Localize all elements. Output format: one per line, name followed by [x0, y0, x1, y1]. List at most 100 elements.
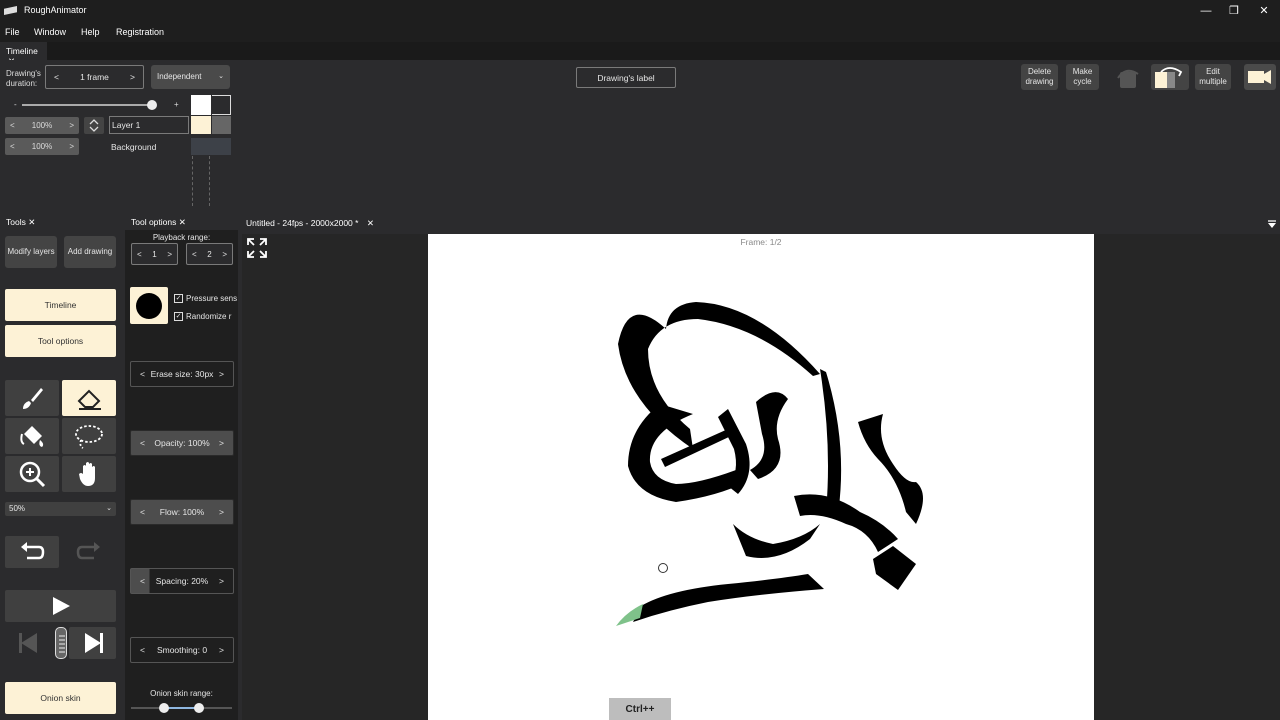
drawing-canvas[interactable]: Frame: 1/2 [428, 234, 1094, 720]
calligraphy-drawing [616, 302, 923, 626]
randomize-checkbox-row[interactable]: ✓ Randomize r [174, 310, 238, 322]
brush-preview[interactable] [130, 287, 168, 324]
canvas-area[interactable]: Frame: 1/2 Ctrl++ [242, 234, 1280, 720]
flow-value: Flow: 100% [159, 507, 205, 517]
mode-value: Independent [157, 72, 202, 81]
onion-range-min-handle[interactable] [159, 703, 169, 713]
background-layer-name[interactable]: Background [111, 142, 156, 152]
menu-registration[interactable]: Registration [116, 27, 164, 37]
menu-file[interactable]: File [5, 27, 20, 37]
chevron-down-icon: ⌄ [218, 73, 224, 80]
decrement-icon[interactable]: < [54, 72, 59, 82]
zoom-minus[interactable]: - [14, 100, 17, 110]
modify-layers-button[interactable]: Modify layers [5, 236, 57, 268]
prev-frame-button[interactable] [5, 627, 53, 659]
tab-timeline[interactable]: Timeline ✕ [0, 42, 47, 66]
edit-multiple-button[interactable]: Edit multiple [1195, 64, 1231, 90]
menu-help[interactable]: Help [81, 27, 100, 37]
opacity-stepper[interactable]: < Opacity: 100% > [130, 430, 234, 456]
timeline-zoom-slider[interactable] [22, 104, 154, 106]
camera-icon[interactable] [1244, 64, 1276, 90]
spacing-value: Spacing: 20% [155, 576, 209, 586]
redo-button[interactable] [62, 536, 116, 568]
brush-tool-button[interactable] [5, 380, 59, 416]
playhead-guide [192, 156, 193, 206]
play-button[interactable] [5, 590, 116, 622]
flow-stepper[interactable]: < Flow: 100% > [130, 499, 234, 525]
layer1-opacity: 100% [31, 121, 53, 130]
window-title: RoughAnimator [24, 5, 87, 15]
smoothing-stepper[interactable]: < Smoothing: 0 > [130, 637, 234, 663]
app-logo-icon [4, 6, 17, 15]
duration-stepper[interactable]: < 1 frame > [45, 65, 144, 89]
zoom-level-select[interactable]: 50% ⌄ [5, 502, 116, 516]
close-icon[interactable]: ✕ [28, 217, 35, 227]
layer1-frame-cell[interactable] [191, 116, 211, 134]
checkbox-checked-icon[interactable]: ✓ [174, 293, 183, 303]
lasso-tool-button[interactable] [62, 418, 116, 454]
tool-options-panel: Playback range: <1 > <2 > ✓ Pressure sens … [125, 230, 238, 720]
frame-cell-next[interactable] [212, 95, 231, 115]
pressure-checkbox-row[interactable]: ✓ Pressure sens [174, 292, 238, 304]
play-icon [52, 597, 70, 615]
zoom-icon [19, 461, 46, 488]
opacity-value: Opacity: 100% [154, 438, 210, 448]
layer1-frame-cell-2[interactable] [212, 116, 231, 134]
menu-window[interactable]: Window [34, 27, 66, 37]
playback-start-stepper[interactable]: <1 > [131, 243, 178, 265]
fill-bucket-icon [20, 426, 44, 447]
fullscreen-icon[interactable] [246, 237, 268, 259]
drawing-label-button[interactable]: Drawing's label [576, 67, 676, 88]
tab-tool-options[interactable]: Tool options ✕ [127, 214, 190, 231]
erase-size-stepper[interactable]: < Erase size: 30px > [130, 361, 234, 387]
frame-cell-current[interactable] [191, 95, 211, 115]
timeline-toggle-button[interactable]: Timeline [5, 289, 116, 321]
eraser-tool-button[interactable] [62, 380, 116, 416]
next-frame-button[interactable] [69, 627, 116, 659]
tab-tools[interactable]: Tools ✕ [2, 214, 39, 231]
tool-options-toggle-button[interactable]: Tool options [5, 325, 116, 357]
frame-scrub-handle[interactable] [55, 627, 67, 659]
spacing-stepper[interactable]: < Spacing: 20% > [130, 568, 234, 594]
close-icon[interactable]: ✕ [367, 218, 374, 228]
checkbox-checked-icon[interactable]: ✓ [174, 311, 183, 321]
hand-tool-button[interactable] [62, 456, 116, 492]
zoom-tool-button[interactable] [5, 456, 59, 492]
delete-drawing-button[interactable]: Delete drawing [1021, 64, 1058, 90]
onion-range-max-handle[interactable] [194, 703, 204, 713]
make-cycle-button[interactable]: Make cycle [1066, 64, 1099, 90]
playback-end-stepper[interactable]: <2 > [186, 243, 233, 265]
playback-start-value: 1 [152, 249, 157, 259]
fill-tool-button[interactable] [5, 418, 59, 454]
cycle-frames-icon[interactable] [1151, 64, 1189, 90]
bg-frame-cells[interactable] [191, 138, 231, 155]
layer1-opacity-stepper[interactable]: <100% > [5, 117, 79, 134]
duration-label: Drawing's duration: [6, 69, 41, 88]
close-button[interactable]: ✕ [1256, 3, 1272, 19]
bg-opacity-stepper[interactable]: <100% > [5, 138, 79, 155]
onion-skin-button[interactable]: Onion skin [5, 682, 116, 714]
mode-select[interactable]: Independent ⌄ [151, 65, 230, 89]
increment-icon[interactable]: > [130, 72, 135, 82]
document-tab[interactable]: Untitled - 24fps - 2000x2000 * ✕ [246, 218, 374, 229]
brush-icon [23, 388, 43, 409]
undo-icon [21, 542, 45, 560]
reorder-arrows-icon[interactable] [84, 117, 104, 134]
panel-menu-icon[interactable] [1267, 219, 1277, 229]
lasso-icon [75, 425, 103, 449]
undo-button[interactable] [5, 536, 59, 568]
playhead-guide-2 [209, 156, 210, 206]
eraser-cursor-icon [658, 563, 668, 573]
close-icon[interactable]: ✕ [179, 217, 186, 227]
bg-opacity: 100% [31, 142, 53, 151]
add-drawing-button[interactable]: Add drawing [64, 236, 116, 268]
restore-button[interactable]: ❐ [1226, 3, 1242, 19]
duration-value: 1 frame [80, 72, 109, 82]
timeline-tab-row: Timeline ✕ [0, 42, 1280, 66]
slider-handle[interactable] [147, 100, 157, 110]
tab-tool-options-label: Tool options [131, 217, 177, 227]
minimize-button[interactable]: — [1198, 3, 1214, 19]
ghost-layers-icon[interactable] [1110, 64, 1144, 90]
zoom-plus[interactable]: + [174, 100, 179, 110]
layer1-name-input[interactable]: Layer 1 [109, 116, 189, 134]
